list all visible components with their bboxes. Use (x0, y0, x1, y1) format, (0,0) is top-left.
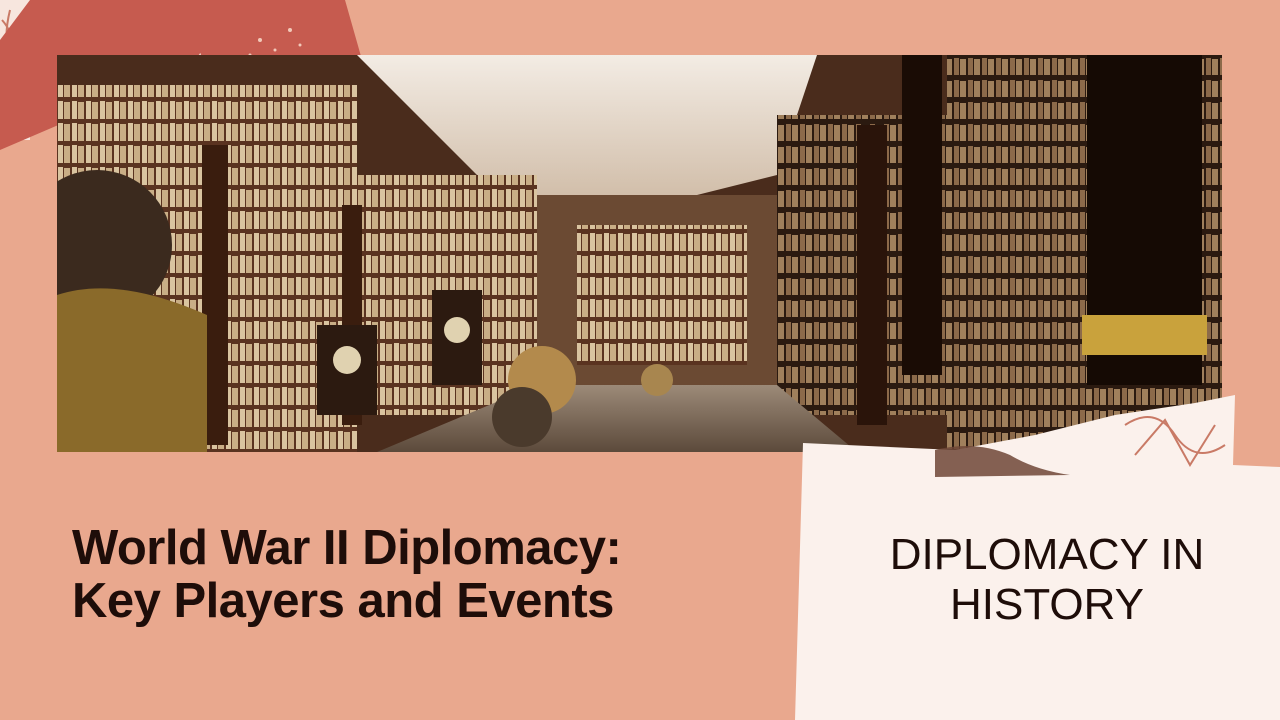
slide-title-line-1: World War II Diplomacy: (72, 521, 622, 575)
category-label-line-1: DIPLOMACY IN (889, 530, 1205, 579)
library-photo (57, 55, 1222, 452)
slide-title: World War II Diplomacy: Key Players and … (72, 522, 792, 628)
slide-title-line-2: Key Players and Events (72, 574, 614, 628)
category-label: DIPLOMACY IN HISTORY (842, 530, 1252, 630)
category-label-line-2: HISTORY (950, 580, 1144, 629)
